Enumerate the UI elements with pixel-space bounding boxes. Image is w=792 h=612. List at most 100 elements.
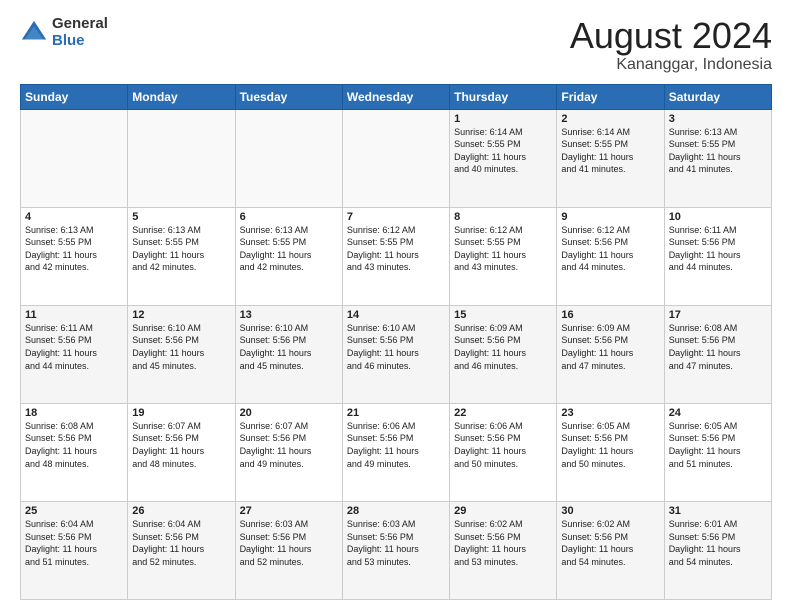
day-info: Sunrise: 6:12 AM Sunset: 5:56 PM Dayligh… <box>561 224 659 274</box>
calendar-cell: 3Sunrise: 6:13 AM Sunset: 5:55 PM Daylig… <box>664 109 771 207</box>
calendar-cell: 15Sunrise: 6:09 AM Sunset: 5:56 PM Dayli… <box>450 305 557 403</box>
day-info: Sunrise: 6:08 AM Sunset: 5:56 PM Dayligh… <box>669 322 767 372</box>
day-info: Sunrise: 6:07 AM Sunset: 5:56 PM Dayligh… <box>240 420 338 470</box>
day-number: 10 <box>669 211 767 223</box>
day-info: Sunrise: 6:13 AM Sunset: 5:55 PM Dayligh… <box>669 126 767 176</box>
day-info: Sunrise: 6:12 AM Sunset: 5:55 PM Dayligh… <box>347 224 445 274</box>
header-row: Sunday Monday Tuesday Wednesday Thursday… <box>21 84 772 109</box>
title-block: August 2024 Kananggar, Indonesia <box>570 16 772 74</box>
day-info: Sunrise: 6:10 AM Sunset: 5:56 PM Dayligh… <box>347 322 445 372</box>
calendar-cell: 18Sunrise: 6:08 AM Sunset: 5:56 PM Dayli… <box>21 403 128 501</box>
header-thursday: Thursday <box>450 84 557 109</box>
calendar-cell: 24Sunrise: 6:05 AM Sunset: 5:56 PM Dayli… <box>664 403 771 501</box>
calendar-cell: 29Sunrise: 6:02 AM Sunset: 5:56 PM Dayli… <box>450 501 557 599</box>
calendar-week-4: 18Sunrise: 6:08 AM Sunset: 5:56 PM Dayli… <box>21 403 772 501</box>
day-number: 24 <box>669 407 767 419</box>
day-number: 6 <box>240 211 338 223</box>
calendar-cell: 31Sunrise: 6:01 AM Sunset: 5:56 PM Dayli… <box>664 501 771 599</box>
day-number: 2 <box>561 113 659 125</box>
day-number: 19 <box>132 407 230 419</box>
day-info: Sunrise: 6:13 AM Sunset: 5:55 PM Dayligh… <box>132 224 230 274</box>
day-info: Sunrise: 6:13 AM Sunset: 5:55 PM Dayligh… <box>25 224 123 274</box>
calendar-cell <box>128 109 235 207</box>
logo-icon <box>20 19 48 47</box>
header-saturday: Saturday <box>664 84 771 109</box>
day-number: 11 <box>25 309 123 321</box>
calendar-cell: 13Sunrise: 6:10 AM Sunset: 5:56 PM Dayli… <box>235 305 342 403</box>
page: General Blue August 2024 Kananggar, Indo… <box>0 0 792 612</box>
calendar-cell: 25Sunrise: 6:04 AM Sunset: 5:56 PM Dayli… <box>21 501 128 599</box>
day-number: 15 <box>454 309 552 321</box>
calendar-body: 1Sunrise: 6:14 AM Sunset: 5:55 PM Daylig… <box>21 109 772 599</box>
header-friday: Friday <box>557 84 664 109</box>
calendar-cell: 20Sunrise: 6:07 AM Sunset: 5:56 PM Dayli… <box>235 403 342 501</box>
day-info: Sunrise: 6:09 AM Sunset: 5:56 PM Dayligh… <box>561 322 659 372</box>
header-wednesday: Wednesday <box>342 84 449 109</box>
day-info: Sunrise: 6:04 AM Sunset: 5:56 PM Dayligh… <box>132 518 230 568</box>
day-info: Sunrise: 6:04 AM Sunset: 5:56 PM Dayligh… <box>25 518 123 568</box>
day-info: Sunrise: 6:03 AM Sunset: 5:56 PM Dayligh… <box>347 518 445 568</box>
calendar-cell: 30Sunrise: 6:02 AM Sunset: 5:56 PM Dayli… <box>557 501 664 599</box>
calendar-cell: 7Sunrise: 6:12 AM Sunset: 5:55 PM Daylig… <box>342 207 449 305</box>
page-subtitle: Kananggar, Indonesia <box>570 56 772 74</box>
day-number: 22 <box>454 407 552 419</box>
day-number: 29 <box>454 505 552 517</box>
calendar-cell: 9Sunrise: 6:12 AM Sunset: 5:56 PM Daylig… <box>557 207 664 305</box>
day-number: 25 <box>25 505 123 517</box>
day-info: Sunrise: 6:05 AM Sunset: 5:56 PM Dayligh… <box>561 420 659 470</box>
header-monday: Monday <box>128 84 235 109</box>
day-number: 27 <box>240 505 338 517</box>
calendar-cell: 21Sunrise: 6:06 AM Sunset: 5:56 PM Dayli… <box>342 403 449 501</box>
calendar-cell: 1Sunrise: 6:14 AM Sunset: 5:55 PM Daylig… <box>450 109 557 207</box>
calendar-cell: 8Sunrise: 6:12 AM Sunset: 5:55 PM Daylig… <box>450 207 557 305</box>
day-info: Sunrise: 6:14 AM Sunset: 5:55 PM Dayligh… <box>561 126 659 176</box>
calendar-cell: 14Sunrise: 6:10 AM Sunset: 5:56 PM Dayli… <box>342 305 449 403</box>
day-info: Sunrise: 6:01 AM Sunset: 5:56 PM Dayligh… <box>669 518 767 568</box>
calendar-cell <box>235 109 342 207</box>
day-info: Sunrise: 6:13 AM Sunset: 5:55 PM Dayligh… <box>240 224 338 274</box>
calendar-cell: 2Sunrise: 6:14 AM Sunset: 5:55 PM Daylig… <box>557 109 664 207</box>
day-number: 14 <box>347 309 445 321</box>
day-info: Sunrise: 6:08 AM Sunset: 5:56 PM Dayligh… <box>25 420 123 470</box>
day-info: Sunrise: 6:06 AM Sunset: 5:56 PM Dayligh… <box>454 420 552 470</box>
calendar-cell: 4Sunrise: 6:13 AM Sunset: 5:55 PM Daylig… <box>21 207 128 305</box>
day-info: Sunrise: 6:02 AM Sunset: 5:56 PM Dayligh… <box>561 518 659 568</box>
header-sunday: Sunday <box>21 84 128 109</box>
day-number: 12 <box>132 309 230 321</box>
day-info: Sunrise: 6:03 AM Sunset: 5:56 PM Dayligh… <box>240 518 338 568</box>
day-number: 18 <box>25 407 123 419</box>
day-info: Sunrise: 6:05 AM Sunset: 5:56 PM Dayligh… <box>669 420 767 470</box>
day-number: 13 <box>240 309 338 321</box>
day-number: 31 <box>669 505 767 517</box>
day-number: 5 <box>132 211 230 223</box>
day-number: 16 <box>561 309 659 321</box>
calendar-cell: 5Sunrise: 6:13 AM Sunset: 5:55 PM Daylig… <box>128 207 235 305</box>
logo-general-text: General <box>52 16 108 33</box>
day-number: 23 <box>561 407 659 419</box>
day-number: 4 <box>25 211 123 223</box>
calendar-cell: 12Sunrise: 6:10 AM Sunset: 5:56 PM Dayli… <box>128 305 235 403</box>
page-title: August 2024 <box>570 16 772 56</box>
calendar-cell: 16Sunrise: 6:09 AM Sunset: 5:56 PM Dayli… <box>557 305 664 403</box>
day-number: 8 <box>454 211 552 223</box>
day-info: Sunrise: 6:14 AM Sunset: 5:55 PM Dayligh… <box>454 126 552 176</box>
calendar-week-5: 25Sunrise: 6:04 AM Sunset: 5:56 PM Dayli… <box>21 501 772 599</box>
day-number: 21 <box>347 407 445 419</box>
logo-blue-text: Blue <box>52 33 108 50</box>
calendar-cell: 22Sunrise: 6:06 AM Sunset: 5:56 PM Dayli… <box>450 403 557 501</box>
calendar-table: Sunday Monday Tuesday Wednesday Thursday… <box>20 84 772 600</box>
header: General Blue August 2024 Kananggar, Indo… <box>20 16 772 74</box>
day-info: Sunrise: 6:06 AM Sunset: 5:56 PM Dayligh… <box>347 420 445 470</box>
calendar-week-2: 4Sunrise: 6:13 AM Sunset: 5:55 PM Daylig… <box>21 207 772 305</box>
day-number: 9 <box>561 211 659 223</box>
calendar-cell: 27Sunrise: 6:03 AM Sunset: 5:56 PM Dayli… <box>235 501 342 599</box>
day-number: 20 <box>240 407 338 419</box>
calendar-cell: 28Sunrise: 6:03 AM Sunset: 5:56 PM Dayli… <box>342 501 449 599</box>
calendar-header: Sunday Monday Tuesday Wednesday Thursday… <box>21 84 772 109</box>
calendar-cell <box>21 109 128 207</box>
calendar-cell: 6Sunrise: 6:13 AM Sunset: 5:55 PM Daylig… <box>235 207 342 305</box>
day-number: 26 <box>132 505 230 517</box>
day-number: 3 <box>669 113 767 125</box>
day-info: Sunrise: 6:10 AM Sunset: 5:56 PM Dayligh… <box>132 322 230 372</box>
logo-text: General Blue <box>52 16 108 49</box>
